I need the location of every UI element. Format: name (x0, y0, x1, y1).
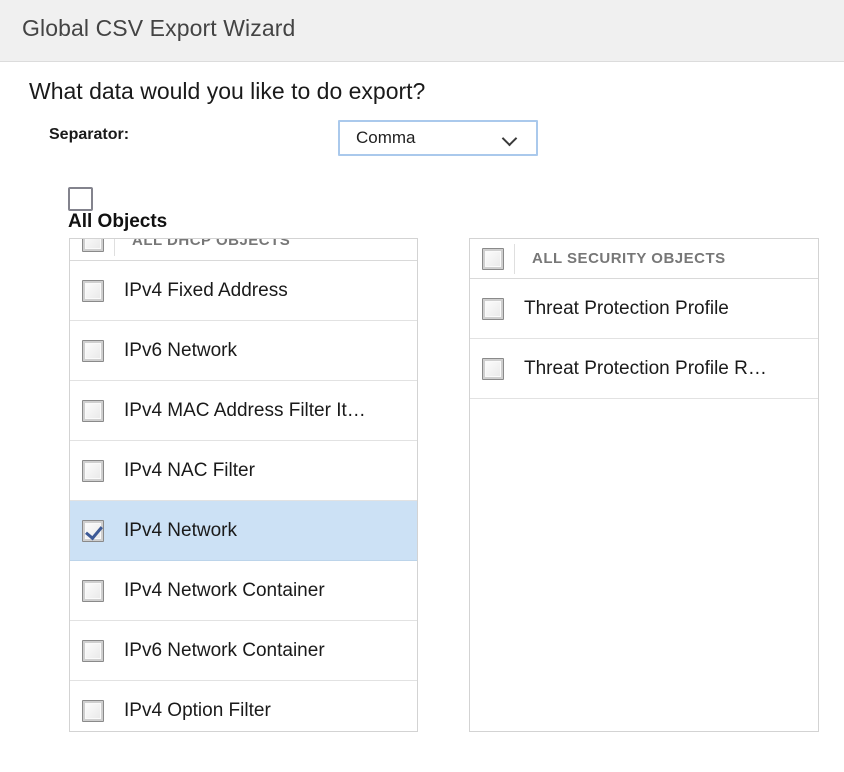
list-item[interactable]: IPv4 NAC Filter (70, 441, 417, 501)
chevron-down-icon (502, 130, 518, 146)
list-header-checkbox[interactable] (82, 239, 104, 252)
list-item-checkbox[interactable] (482, 357, 504, 380)
list-item-label: IPv4 Network (124, 519, 237, 541)
list-item-checkbox[interactable] (82, 639, 104, 662)
list-item-checkbox[interactable] (482, 297, 504, 320)
list-item-label: IPv4 NAC Filter (124, 459, 255, 481)
window-title: Global CSV Export Wizard (22, 15, 296, 41)
list-item-checkbox[interactable] (82, 579, 104, 602)
list-header-label: ALL SECURITY OBJECTS (532, 250, 726, 267)
list-item[interactable]: IPv4 MAC Address Filter It… (70, 381, 417, 441)
separator-select-value: Comma (356, 128, 416, 147)
list-item-checkbox[interactable] (82, 279, 104, 302)
header-divider (114, 239, 115, 256)
separator-label: Separator: (49, 126, 130, 143)
list-item[interactable]: IPv6 Network (70, 321, 417, 381)
list-item[interactable]: Threat Protection Profile (470, 279, 818, 339)
list-header-label: ALL DHCP OBJECTS (132, 238, 291, 249)
list-item-label: Threat Protection Profile (524, 297, 729, 319)
list-header-dhcp[interactable]: ALL DHCP OBJECTS (70, 238, 417, 261)
list-item[interactable]: IPv4 Fixed Address (70, 261, 417, 321)
separator-select[interactable]: Comma (338, 120, 538, 156)
list-item-checkbox[interactable] (82, 399, 104, 422)
all-objects-label: All Objects (68, 211, 168, 232)
list-item-checkbox[interactable] (82, 699, 104, 722)
window-titlebar: Global CSV Export Wizard (0, 0, 844, 62)
list-item-label: IPv4 Network Container (124, 579, 325, 601)
list-item-label: Threat Protection Profile R… (524, 357, 767, 379)
page-title: What data would you like to do export? (29, 78, 426, 104)
security-objects-list: ALL SECURITY OBJECTS Threat Protection Pr… (470, 239, 818, 399)
list-item[interactable]: IPv4 Network (70, 501, 417, 561)
list-item-checkbox[interactable] (82, 339, 104, 362)
list-item-label: IPv6 Network Container (124, 639, 325, 661)
list-item-label: IPv4 Fixed Address (124, 279, 288, 301)
list-item-label: IPv4 MAC Address Filter It… (124, 399, 366, 421)
list-item[interactable]: IPv4 Option Filter (70, 681, 417, 731)
list-header-checkbox[interactable] (482, 247, 504, 270)
list-item[interactable]: Threat Protection Profile R… (470, 339, 818, 399)
dhcp-objects-panel[interactable]: ALL DHCP OBJECTS IPv4 Fixed Address IPv6 N… (69, 238, 418, 732)
all-objects-checkbox[interactable] (68, 187, 93, 211)
list-item-checkbox[interactable] (82, 519, 104, 542)
list-item[interactable]: IPv4 Network Container (70, 561, 417, 621)
security-objects-panel[interactable]: ALL SECURITY OBJECTS Threat Protection Pr… (469, 238, 819, 732)
list-item-label: IPv6 Network (124, 339, 237, 361)
list-item-label: IPv4 Option Filter (124, 699, 271, 721)
dhcp-objects-list: ALL DHCP OBJECTS IPv4 Fixed Address IPv6 N… (70, 238, 417, 731)
list-item[interactable]: IPv6 Network Container (70, 621, 417, 681)
list-item-checkbox[interactable] (82, 459, 104, 482)
header-divider (514, 244, 515, 274)
list-header-security[interactable]: ALL SECURITY OBJECTS (470, 239, 818, 279)
